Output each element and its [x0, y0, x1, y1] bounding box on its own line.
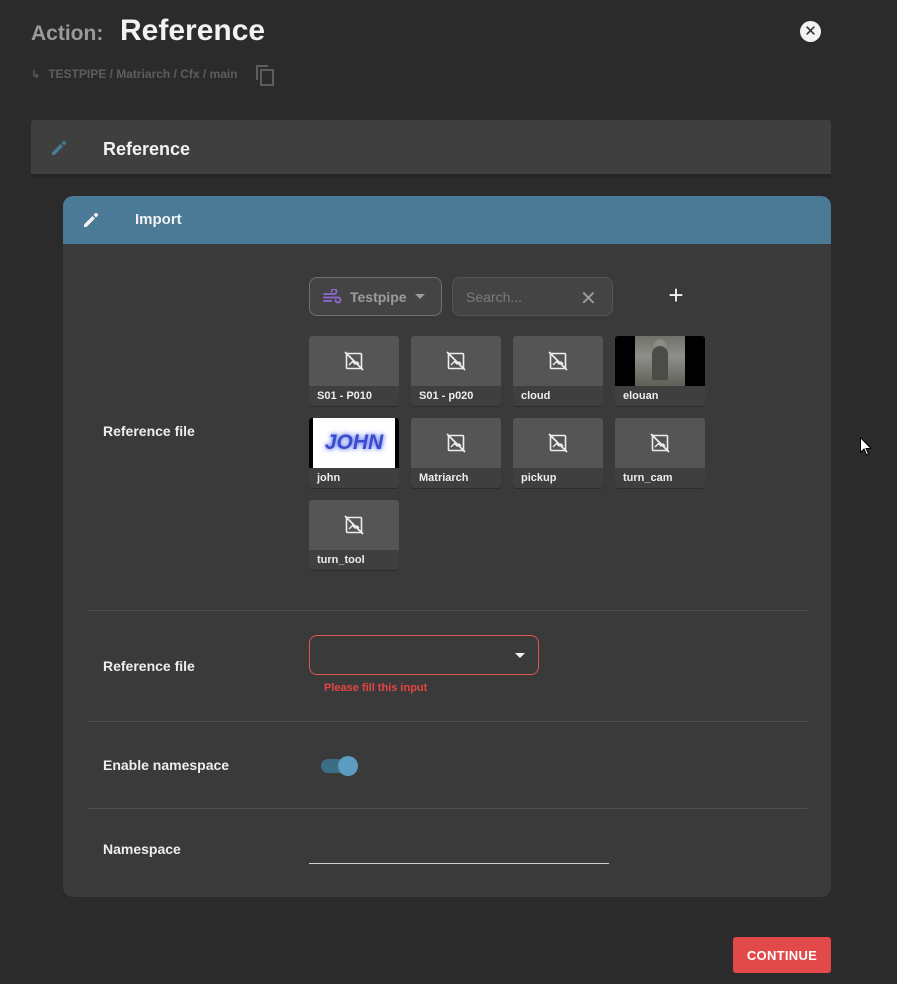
statue-photo: [635, 336, 685, 386]
namespace-input[interactable]: [309, 836, 609, 864]
action-dialog: Action: Reference ✕ ↳ TESTPIPE / Matriar…: [0, 0, 897, 984]
search-box: ✕: [452, 277, 613, 316]
file-name: turn_cam: [623, 472, 673, 484]
action-label: Action:: [31, 22, 104, 45]
reference-section-header[interactable]: Reference: [31, 120, 831, 178]
thumbnail-placeholder: [615, 418, 705, 468]
no-image-icon: [446, 351, 466, 371]
add-button[interactable]: +: [663, 282, 689, 308]
no-image-icon: [446, 433, 466, 453]
file-name: pickup: [521, 472, 557, 484]
thumbnail-image: [615, 336, 705, 386]
close-icon: ✕: [804, 23, 817, 40]
file-name: Matriarch: [419, 472, 469, 484]
thumbnail-placeholder: [513, 418, 603, 468]
copy-icon[interactable]: [255, 65, 274, 86]
file-tile[interactable]: JOHN john: [309, 418, 399, 488]
chevron-down-icon: [414, 294, 425, 299]
file-tile[interactable]: S01 - P010: [309, 336, 399, 406]
thumbnail-placeholder: [411, 336, 501, 386]
file-name: elouan: [623, 390, 659, 402]
no-image-icon: [344, 515, 364, 535]
clear-icon[interactable]: ✕: [580, 286, 597, 311]
thumbnail-placeholder: [309, 500, 399, 550]
no-image-icon: [650, 433, 670, 453]
mouse-cursor-icon: [860, 437, 872, 456]
file-name: turn_tool: [317, 554, 365, 566]
divider: [87, 721, 807, 722]
wind-icon: [323, 288, 342, 303]
no-image-icon: [344, 351, 364, 371]
john-text-image: JOHN: [313, 418, 395, 468]
pencil-icon: [84, 212, 99, 227]
error-message: Please fill this input: [324, 682, 428, 694]
pencil-icon: [52, 140, 67, 155]
toggle-knob: [338, 756, 358, 776]
breadcrumb: ↳ TESTPIPE / Matriarch / Cfx / main: [31, 65, 274, 86]
file-tile[interactable]: turn_tool: [309, 500, 399, 570]
thumbnail-image: JOHN: [309, 418, 399, 468]
file-name: cloud: [521, 390, 551, 402]
continue-button[interactable]: CONTINUE: [733, 937, 831, 973]
breadcrumb-arrow-icon: ↳: [31, 68, 41, 81]
enable-namespace-label: Enable namespace: [103, 757, 230, 773]
thumbnail-placeholder: [513, 336, 603, 386]
thumbnail-placeholder: [411, 418, 501, 468]
no-image-icon: [548, 351, 568, 371]
import-section-header[interactable]: Import: [63, 196, 831, 244]
project-select[interactable]: Testpipe: [309, 277, 442, 316]
divider: [87, 808, 807, 809]
breadcrumb-path: TESTPIPE / Matriarch / Cfx / main: [48, 67, 238, 81]
import-section-title: Import: [135, 211, 182, 228]
chevron-down-icon: [515, 653, 525, 658]
enable-namespace-toggle[interactable]: [320, 755, 358, 777]
divider: [87, 610, 807, 611]
namespace-label: Namespace: [103, 841, 181, 857]
reference-file-select[interactable]: [309, 635, 539, 675]
file-tile[interactable]: elouan: [615, 336, 705, 406]
file-name: john: [317, 472, 341, 484]
file-tile[interactable]: turn_cam: [615, 418, 705, 488]
file-tile[interactable]: cloud: [513, 336, 603, 406]
reference-file-label: Reference file: [103, 423, 195, 439]
file-name: S01 - p020: [419, 390, 474, 402]
reference-file-select-label: Reference file: [103, 658, 195, 674]
file-tile[interactable]: Matriarch: [411, 418, 501, 488]
file-tile[interactable]: pickup: [513, 418, 603, 488]
reference-section-title: Reference: [103, 139, 191, 159]
search-input[interactable]: [466, 287, 566, 307]
close-button[interactable]: ✕: [800, 21, 821, 42]
project-select-value: Testpipe: [350, 288, 407, 305]
file-tile[interactable]: S01 - p020: [411, 336, 501, 406]
page-title: Reference: [120, 14, 266, 47]
thumbnail-placeholder: [309, 336, 399, 386]
no-image-icon: [548, 433, 568, 453]
file-name: S01 - P010: [317, 390, 373, 402]
import-panel: Import Reference file Testpipe ✕ + S01 -…: [63, 196, 831, 897]
